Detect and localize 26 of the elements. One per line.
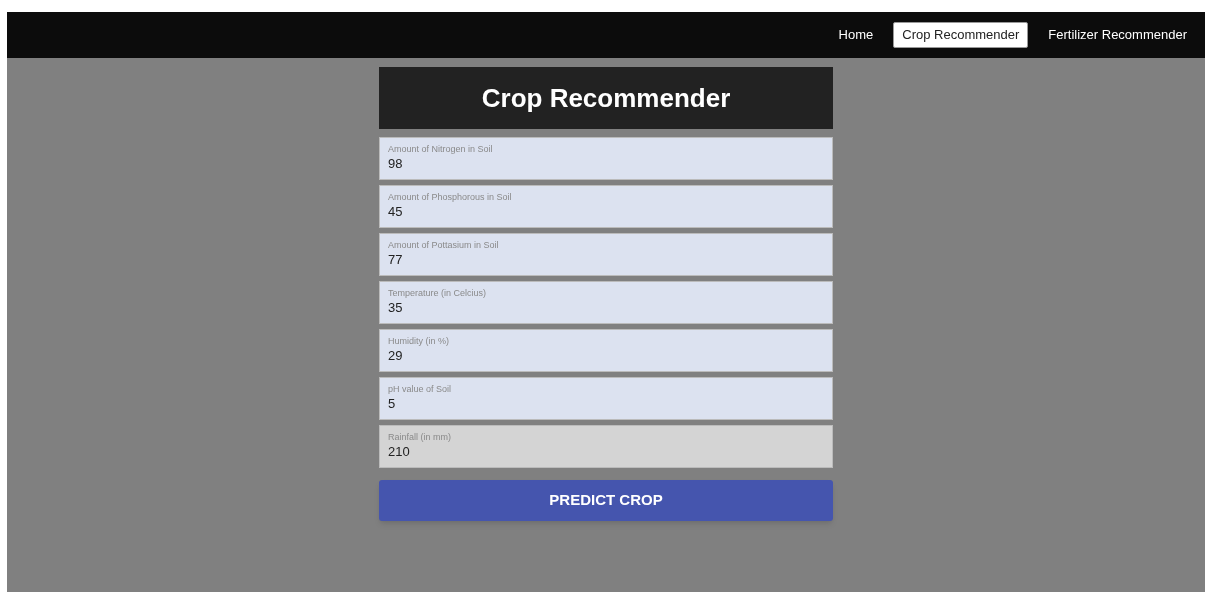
field-value: 77: [388, 251, 404, 269]
field-label: Amount of Phosphorous in Soil: [388, 191, 513, 203]
input-field[interactable]: pH value of Soil 5: [379, 377, 833, 420]
nav-link[interactable]: Crop Recommender: [893, 22, 1029, 48]
input-field[interactable]: Rainfall (in mm) 210: [379, 425, 833, 468]
field-value: 35: [388, 299, 404, 317]
input-field[interactable]: Humidity (in %) 29: [379, 329, 833, 372]
field-value: 29: [388, 347, 404, 365]
input-field[interactable]: Amount of Pottasium in Soil 77: [379, 233, 833, 276]
page-title: Crop Recommender: [481, 81, 731, 115]
field-value: 45: [388, 203, 404, 221]
field-label: Rainfall (in mm): [388, 431, 452, 443]
field-value: 98: [388, 155, 404, 173]
field-label: Humidity (in %): [388, 335, 450, 347]
input-field[interactable]: Amount of Phosphorous in Soil 45: [379, 185, 833, 228]
field-value: 5: [388, 395, 397, 413]
input-field[interactable]: Amount of Nitrogen in Soil 98: [379, 137, 833, 180]
field-label: pH value of Soil: [388, 383, 453, 395]
field-value: 210: [388, 443, 411, 461]
nav-link[interactable]: Home: [830, 23, 882, 47]
field-label: Temperature (in Celcius): [388, 287, 488, 299]
input-field[interactable]: Temperature (in Celcius) 35: [379, 281, 833, 324]
field-label: Amount of Nitrogen in Soil: [388, 143, 494, 155]
field-label: Amount of Pottasium in Soil: [388, 239, 500, 251]
predict-button[interactable]: PREDICT CROP: [379, 480, 833, 521]
nav-link[interactable]: Fertilizer Recommender: [1040, 23, 1195, 47]
